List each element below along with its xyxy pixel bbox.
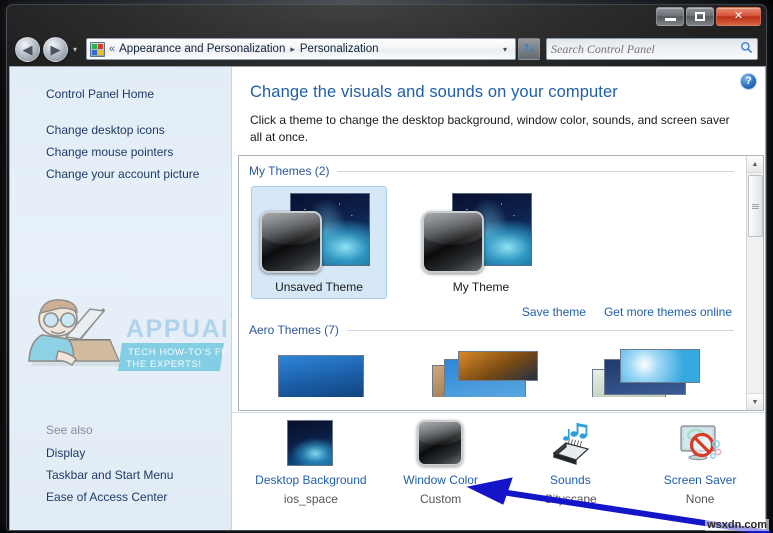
personalization-toolbar: Desktop Background ios_space Window Colo… <box>232 412 765 530</box>
breadcrumb-item-appearance[interactable]: Appearance and Personalization <box>119 43 285 55</box>
scrollbar-thumb[interactable] <box>748 175 763 237</box>
sounds-icon <box>546 419 594 467</box>
svg-text:APPUALS: APPUALS <box>126 315 226 343</box>
breadcrumb-overflow-chevrons[interactable]: « <box>109 43 115 55</box>
sidebar-item-change-desktop-icons[interactable]: Change desktop icons <box>10 119 231 141</box>
themes-scroll-region: My Themes (2) Unsaved Theme My Theme Sav… <box>239 156 746 410</box>
control-panel-window: ✕ ◀ ▶ ▾ « Appearance and Personalization… <box>6 4 767 531</box>
theme-item-my-theme[interactable]: My Theme <box>413 186 549 299</box>
main-content: ? Change the visuals and sounds on your … <box>232 67 765 530</box>
close-icon: ✕ <box>733 10 744 22</box>
sidebar-item-change-account-picture[interactable]: Change your account picture <box>10 163 231 185</box>
toolbar-item-label: Window Color <box>403 473 478 487</box>
search-box[interactable] <box>546 38 758 60</box>
control-panel-icon <box>90 41 105 57</box>
aero-themes-row <box>249 341 746 397</box>
my-themes-row: Unsaved Theme My Theme <box>249 182 746 299</box>
toolbar-item-value: Cityscape <box>544 492 597 506</box>
theme-name: My Theme <box>452 280 510 294</box>
theme-thumbnail <box>422 193 540 275</box>
desktop-background-icon <box>286 419 335 467</box>
themes-list-panel[interactable]: My Themes (2) Unsaved Theme My Theme Sav… <box>238 155 764 411</box>
page-description: Click a theme to change the desktop back… <box>250 113 730 145</box>
window-color-swatch-icon <box>260 211 322 273</box>
group-header-label: Aero Themes (7) <box>249 323 339 337</box>
address-dropdown-icon[interactable]: ▾ <box>497 45 513 54</box>
title-bar: ✕ <box>7 5 766 33</box>
toolbar-item-value: ios_space <box>283 492 338 506</box>
theme-thumbnail <box>260 193 378 275</box>
window-color-icon <box>416 419 465 467</box>
back-button[interactable]: ◀ <box>15 36 40 62</box>
group-header-aero-themes: Aero Themes (7) <box>249 323 746 337</box>
theme-item-windows-7[interactable] <box>251 349 387 397</box>
address-bar-row: ◀ ▶ ▾ « Appearance and Personalization ▸… <box>7 33 766 65</box>
client-area: Control Panel Home Change desktop icons … <box>9 66 766 530</box>
theme-name: Unsaved Theme <box>275 280 363 294</box>
recent-pages-button[interactable]: ▾ <box>69 45 81 54</box>
group-header-my-themes: My Themes (2) <box>249 164 746 178</box>
maximize-icon <box>695 12 705 21</box>
sidebar-item-display[interactable]: Display <box>10 442 231 464</box>
save-theme-link[interactable]: Save theme <box>522 305 586 319</box>
sidebar-item-ease-of-access-center[interactable]: Ease of Access Center <box>10 486 231 508</box>
aero-thumbnail-icon <box>422 349 540 397</box>
toolbar-item-label: Desktop Background <box>255 473 367 487</box>
themes-scrollbar[interactable]: ▲ ▼ <box>746 156 763 410</box>
window-buttons: ✕ <box>656 7 761 26</box>
search-input[interactable] <box>551 41 740 57</box>
get-more-themes-online-link[interactable]: Get more themes online <box>604 305 732 319</box>
theme-item-architecture[interactable] <box>413 349 549 397</box>
sidebar-item-taskbar-and-start-menu[interactable]: Taskbar and Start Menu <box>10 464 231 486</box>
breadcrumb-item-personalization[interactable]: Personalization <box>300 43 379 55</box>
breadcrumb-separator-icon[interactable]: ▸ <box>290 44 295 55</box>
toolbar-item-screen-saver[interactable]: Screen Saver None <box>635 419 765 506</box>
sidebar: Control Panel Home Change desktop icons … <box>10 67 254 530</box>
theme-item-unsaved-theme[interactable]: Unsaved Theme <box>251 186 387 299</box>
minimize-button[interactable] <box>656 7 684 26</box>
minimize-icon <box>664 18 676 21</box>
svg-text:THE EXPERTS!: THE EXPERTS! <box>126 359 202 370</box>
group-header-rule <box>346 329 734 331</box>
toolbar-item-sounds[interactable]: Sounds Cityscape <box>506 419 636 506</box>
address-bar[interactable]: « Appearance and Personalization ▸ Perso… <box>86 38 516 60</box>
scroll-down-arrow-icon[interactable]: ▼ <box>747 393 763 410</box>
group-header-label: My Themes (2) <box>249 164 330 178</box>
theme-item-characters[interactable] <box>575 349 711 397</box>
toolbar-item-desktop-background[interactable]: Desktop Background ios_space <box>246 419 376 506</box>
group-header-rule <box>337 170 734 172</box>
scroll-up-arrow-icon[interactable]: ▲ <box>747 156 763 173</box>
close-button[interactable]: ✕ <box>716 7 761 26</box>
toolbar-item-window-color[interactable]: Window Color Custom <box>376 419 506 506</box>
appuals-logo: APPUALS TECH HOW-TO'S FROM THE EXPERTS! <box>18 295 254 381</box>
svg-text:TECH HOW-TO'S FROM: TECH HOW-TO'S FROM <box>128 347 226 358</box>
site-watermark: wsxdn.com <box>705 519 769 531</box>
refresh-button[interactable]: ↻ <box>518 38 540 60</box>
scrollbar-grip-icon <box>752 203 759 209</box>
theme-actions: Save theme Get more themes online <box>249 299 746 323</box>
maximize-button[interactable] <box>686 7 714 26</box>
see-also-label: See also <box>46 423 93 437</box>
search-icon <box>740 41 753 57</box>
toolbar-item-label: Screen Saver <box>663 473 737 487</box>
toolbar-item-value: Custom <box>419 492 462 506</box>
help-icon[interactable]: ? <box>740 73 757 90</box>
screen-saver-icon <box>676 419 724 467</box>
toolbar-item-value: None <box>685 492 715 506</box>
window-color-swatch-icon <box>422 211 484 273</box>
forward-button[interactable]: ▶ <box>43 36 68 62</box>
aero-thumbnail-icon <box>260 349 378 397</box>
sidebar-item-change-mouse-pointers[interactable]: Change mouse pointers <box>10 141 231 163</box>
page-title: Change the visuals and sounds on your co… <box>250 83 618 101</box>
sidebar-item-control-panel-home[interactable]: Control Panel Home <box>10 83 231 105</box>
toolbar-item-label: Sounds <box>550 473 591 487</box>
aero-thumbnail-icon <box>584 349 702 397</box>
see-also-section: See also Display Taskbar and Start Menu … <box>10 420 231 508</box>
